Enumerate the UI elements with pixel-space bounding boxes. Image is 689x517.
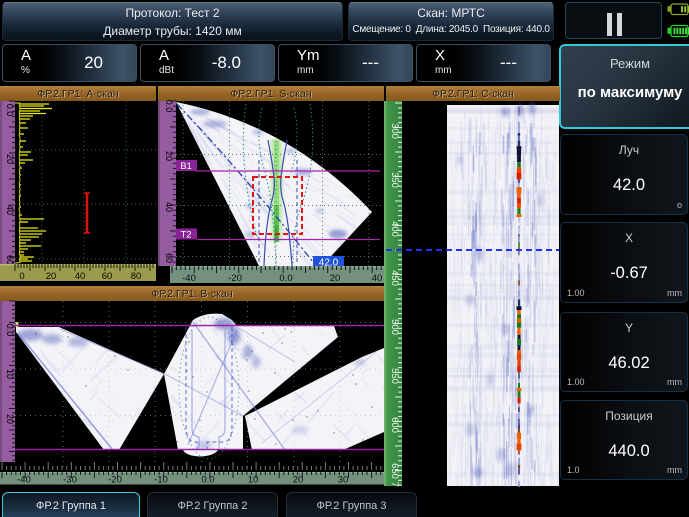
svg-text:70: 70 (389, 482, 400, 487)
svg-text:600: 600 (389, 417, 400, 433)
svg-text:20: 20 (330, 273, 341, 283)
svg-text:ФР.2.ГР1: С-скан: ФР.2.ГР1: С-скан (432, 88, 514, 100)
svg-text:0: 0 (19, 271, 24, 282)
svg-text:30: 30 (338, 475, 349, 486)
svg-text:60: 60 (102, 271, 113, 282)
svg-text:550: 550 (389, 368, 400, 384)
svg-text:80: 80 (131, 271, 142, 282)
svg-text:-20: -20 (228, 273, 242, 283)
svg-text:-20: -20 (108, 475, 122, 486)
svg-text:40: 40 (75, 271, 86, 282)
svg-text:450: 450 (389, 270, 400, 286)
svg-text:350: 350 (389, 172, 400, 188)
svg-text:0.0: 0.0 (279, 273, 292, 283)
svg-text:10: 10 (248, 475, 259, 486)
svg-text:40: 40 (372, 273, 383, 283)
svg-text:0.0: 0.0 (201, 475, 214, 486)
svg-text:-30: -30 (63, 475, 77, 486)
svg-text:20: 20 (5, 414, 15, 424)
svg-text:ФР.2.ГР1: В-скан: ФР.2.ГР1: В-скан (151, 288, 232, 300)
svg-text:20: 20 (164, 151, 174, 161)
svg-text:60: 60 (164, 253, 174, 263)
svg-text:40: 40 (5, 205, 15, 215)
svg-text:0.0: 0.0 (5, 104, 15, 117)
svg-text:0.0: 0.0 (164, 100, 174, 113)
svg-text:300: 300 (389, 123, 400, 139)
svg-text:-40: -40 (182, 273, 196, 283)
svg-text:T2: T2 (180, 230, 191, 241)
svg-text:20: 20 (293, 475, 304, 486)
svg-text:650: 650 (389, 463, 400, 479)
svg-text:20: 20 (5, 154, 15, 164)
svg-text:10: 10 (5, 369, 15, 379)
svg-text:400: 400 (389, 221, 400, 237)
svg-text:20: 20 (46, 271, 57, 282)
svg-text:ФР.2.ГР1: S-скан: ФР.2.ГР1: S-скан (230, 88, 311, 100)
svg-text:B1: B1 (180, 161, 192, 172)
svg-text:ФР.2.ГР1: А-скан: ФР.2.ГР1: А-скан (37, 88, 118, 100)
svg-text:40: 40 (164, 202, 174, 212)
svg-text:-40: -40 (17, 475, 31, 486)
svg-text:-10: -10 (154, 475, 168, 486)
svg-text:60: 60 (5, 255, 15, 265)
svg-text:0.0: 0.0 (5, 324, 15, 337)
svg-text:500: 500 (389, 319, 400, 335)
